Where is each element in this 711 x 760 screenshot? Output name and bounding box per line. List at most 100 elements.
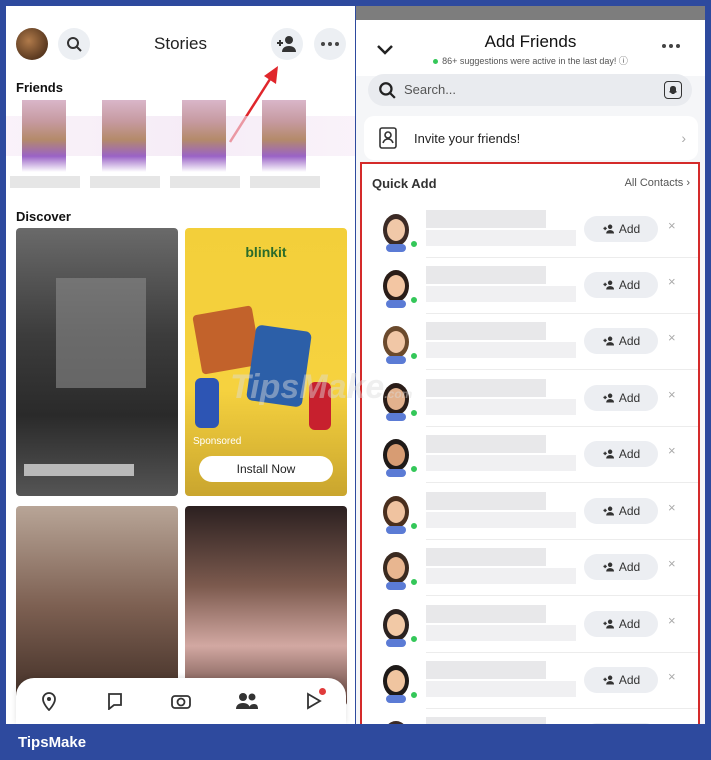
contacts-icon: [379, 127, 397, 149]
dismiss-icon[interactable]: ×: [668, 443, 676, 458]
add-button[interactable]: Add: [584, 611, 658, 637]
online-status-dot: [410, 635, 418, 643]
dismiss-icon[interactable]: ×: [668, 669, 676, 684]
add-button[interactable]: Add: [584, 441, 658, 467]
all-contacts-link[interactable]: All Contacts ›: [625, 177, 690, 189]
redacted-username: [426, 512, 576, 528]
redacted-username: [426, 342, 576, 358]
quick-add-row[interactable]: Add ×: [362, 484, 698, 540]
add-button[interactable]: Add: [584, 554, 658, 580]
nav-chat[interactable]: [102, 688, 128, 714]
add-friend-icon: [603, 336, 614, 346]
quick-add-row[interactable]: Add ×: [362, 202, 698, 258]
redacted-username: [426, 399, 576, 415]
dismiss-icon[interactable]: ×: [668, 274, 676, 289]
redacted-name: [426, 661, 546, 679]
quick-add-row[interactable]: Add ×: [362, 371, 698, 427]
add-label: Add: [618, 617, 641, 631]
add-friend-icon: [603, 562, 614, 572]
friends-icon: [236, 693, 258, 709]
add-friend-icon: [603, 224, 614, 234]
quick-add-row[interactable]: Add ×: [362, 314, 698, 370]
add-label: Add: [618, 222, 641, 236]
redacted-username: [426, 455, 576, 471]
add-button[interactable]: Add: [584, 272, 658, 298]
stories-panel: Stories Friends Discover blinkit Sponsor…: [6, 6, 355, 724]
discover-card[interactable]: [16, 228, 178, 496]
add-friend-icon: [603, 619, 614, 629]
redacted-username: [426, 568, 576, 584]
quick-add-row[interactable]: Add ×: [362, 540, 698, 596]
quick-add-row[interactable]: Add×: [362, 709, 698, 724]
ad-product-image: [195, 378, 219, 428]
nav-camera[interactable]: [168, 688, 194, 714]
friends-section-label: Friends: [16, 80, 63, 95]
more-icon: [321, 42, 339, 46]
more-options-button[interactable]: [662, 44, 680, 48]
search-icon: [379, 82, 396, 99]
sponsored-ad-card[interactable]: blinkit Sponsored Install Now: [185, 228, 347, 496]
redacted-name: [426, 492, 546, 510]
discover-card[interactable]: [16, 506, 178, 706]
add-friend-icon: [603, 393, 614, 403]
dismiss-icon[interactable]: ×: [668, 330, 676, 345]
friend-story[interactable]: [90, 100, 160, 190]
add-button[interactable]: Add: [584, 498, 658, 524]
dismiss-icon[interactable]: ×: [668, 387, 676, 402]
active-dot-icon: [433, 59, 439, 65]
redacted-username: [426, 625, 576, 641]
bitmoji-avatar: [388, 721, 404, 724]
online-status-dot: [410, 409, 418, 417]
snapcode-icon[interactable]: [664, 81, 682, 99]
redacted-name: [426, 605, 546, 623]
add-friend-icon: [603, 506, 614, 516]
online-status-dot: [410, 578, 418, 586]
redacted-name: [426, 322, 546, 340]
sponsored-label: Sponsored: [193, 436, 242, 447]
add-button[interactable]: Add: [584, 667, 658, 693]
friend-story[interactable]: [250, 100, 320, 190]
suggestions-text: 86+ suggestions were active in the last …: [442, 56, 617, 66]
redacted-name: [426, 717, 546, 724]
bottom-nav: [16, 678, 346, 724]
dismiss-icon[interactable]: ×: [668, 500, 676, 515]
dismiss-icon[interactable]: ×: [668, 613, 676, 628]
dismiss-icon[interactable]: ×: [668, 218, 676, 233]
nav-map[interactable]: [36, 688, 62, 714]
add-friend-button[interactable]: [271, 28, 303, 60]
nav-stories[interactable]: [234, 688, 260, 714]
add-label: Add: [618, 504, 641, 518]
add-friend-icon: [603, 280, 614, 290]
nav-spotlight[interactable]: [300, 688, 326, 714]
add-button[interactable]: Add: [584, 385, 658, 411]
row-divider: [426, 369, 698, 370]
friend-story[interactable]: [170, 100, 240, 190]
header: Add Friends 86+ suggestions were active …: [356, 20, 705, 76]
quick-add-row[interactable]: Add ×: [362, 653, 698, 709]
add-friend-icon: [277, 36, 296, 52]
map-pin-icon: [42, 692, 56, 711]
search-placeholder: Search...: [404, 82, 457, 97]
more-options-button[interactable]: [314, 28, 346, 60]
dismiss-icon[interactable]: ×: [668, 556, 676, 571]
add-friend-icon: [603, 449, 614, 459]
invite-label: Invite your friends!: [414, 131, 521, 146]
add-button[interactable]: Add: [584, 328, 658, 354]
quick-add-row[interactable]: Add ×: [362, 597, 698, 653]
suggestions-subtitle: 86+ suggestions were active in the last …: [356, 54, 705, 67]
online-status-dot: [410, 296, 418, 304]
quick-add-row[interactable]: Add ×: [362, 427, 698, 483]
quick-add-row[interactable]: Add ×: [362, 258, 698, 314]
online-status-dot: [410, 240, 418, 248]
redacted-username: [426, 230, 576, 246]
search-field[interactable]: Search...: [368, 74, 692, 106]
discover-card[interactable]: [185, 506, 347, 706]
friend-story[interactable]: [10, 100, 80, 190]
ad-brand: blinkit: [245, 244, 287, 260]
install-now-button[interactable]: Install Now: [199, 456, 333, 482]
add-button[interactable]: Add: [584, 216, 658, 242]
add-label: Add: [618, 278, 641, 292]
invite-friends-row[interactable]: Invite your friends! ›: [364, 116, 698, 160]
add-friends-panel: Add Friends 86+ suggestions were active …: [356, 6, 705, 724]
row-divider: [426, 482, 698, 483]
